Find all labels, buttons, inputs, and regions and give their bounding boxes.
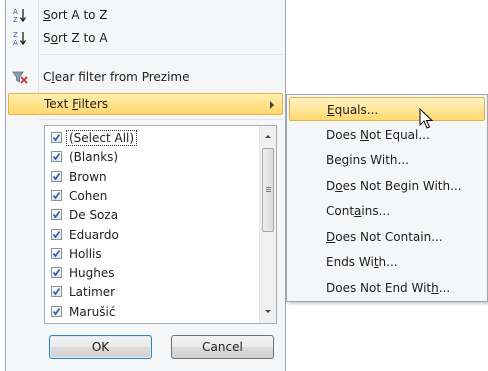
list-item[interactable]: Latimer: [51, 283, 251, 302]
text-filters-item[interactable]: Text Filters: [8, 93, 283, 115]
list-item-label: Brown: [69, 169, 107, 184]
check-icon: [52, 288, 61, 296]
scroll-down-arrow-icon[interactable]: [260, 304, 276, 320]
checkbox[interactable]: [51, 132, 62, 143]
submenu-item-label: Equals...: [327, 103, 379, 117]
check-icon: [52, 230, 61, 238]
sort-descending-icon: Z A: [12, 30, 28, 47]
checkbox[interactable]: [51, 286, 62, 298]
cancel-button[interactable]: Cancel: [171, 335, 274, 359]
sort-z-to-a-item[interactable]: Z A Sort Z to A: [8, 27, 283, 49]
list-item[interactable]: (Blanks): [51, 148, 251, 167]
checkbox[interactable]: [51, 209, 62, 221]
submenu-item-label: Does Not Equal...: [326, 127, 430, 142]
submenu-item[interactable]: Ends With...: [289, 250, 485, 274]
checkbox[interactable]: [51, 151, 62, 163]
menu-separator: [39, 54, 283, 55]
submenu-item-label: Does Not Contain...: [326, 229, 443, 244]
check-icon: [52, 307, 61, 316]
submenu-item[interactable]: Does Not Contain...: [289, 225, 485, 249]
list-item-label: (Select All): [65, 130, 138, 146]
clear-filter-icon: [12, 69, 28, 85]
list-item[interactable]: De Soza: [51, 206, 251, 225]
svg-text:A: A: [13, 39, 18, 46]
submenu-item[interactable]: Does Not Begin With...: [289, 174, 485, 198]
sort-ascending-icon: A Z: [12, 7, 28, 24]
list-item-label: Marušić: [69, 304, 116, 319]
submenu-item-label: Does Not End With...: [326, 280, 451, 295]
list-item-label: Hollis: [69, 246, 102, 261]
grip-line: [266, 187, 271, 188]
submenu-item[interactable]: Does Not End With...: [289, 276, 485, 300]
checkbox[interactable]: [51, 305, 62, 317]
grip-line: [266, 191, 271, 192]
submenu-item[interactable]: Contains...: [289, 199, 485, 223]
text-filters-submenu: Equals... Does Not Equal... Begins With...…: [286, 94, 488, 302]
submenu-item[interactable]: Begins With...: [289, 148, 485, 172]
list-item[interactable]: Hughes: [51, 264, 251, 283]
list-item-label: Hughes: [69, 266, 115, 281]
clear-filter-label: Clear filter from Prezime: [43, 70, 190, 84]
checkbox[interactable]: [51, 189, 62, 201]
submenu-item-label: Does Not Begin With...: [326, 178, 462, 193]
scroll-thumb[interactable]: [262, 148, 274, 232]
submenu-item-label: Begins With...: [326, 153, 409, 167]
menu-separator: [39, 119, 283, 120]
check-icon: [52, 191, 61, 200]
checkbox[interactable]: [51, 247, 62, 259]
check-icon: [52, 134, 61, 142]
values-checklist[interactable]: Marušić Latimer Hughes Hollis Eduardo De Soza…: [44, 125, 277, 324]
submenu-item-label: Contains...: [326, 204, 391, 218]
submenu-item[interactable]: Does Not Equal...: [289, 123, 485, 147]
grip-line: [266, 189, 271, 190]
list-item[interactable]: Hollis: [51, 245, 251, 264]
vertical-scrollbar[interactable]: [259, 126, 276, 323]
mouse-cursor-icon: [419, 108, 434, 129]
list-item[interactable]: Cohen: [51, 187, 251, 206]
check-icon: [52, 249, 61, 258]
check-icon: [52, 211, 61, 219]
list-item[interactable]: Brown: [51, 168, 251, 187]
check-icon: [52, 153, 61, 161]
scroll-up-arrow-icon[interactable]: [260, 128, 276, 144]
list-item-label: Cohen: [69, 188, 108, 203]
list-item-label: (Blanks): [69, 150, 119, 165]
sort-a-to-z-label: Sort A to Z: [43, 8, 108, 22]
clear-filter-item[interactable]: Clear filter from Prezime: [8, 66, 283, 88]
list-item-label: Latimer: [69, 285, 116, 300]
check-icon: [52, 269, 61, 277]
ok-button[interactable]: OK: [49, 335, 152, 359]
submenu-item-label: Ends With...: [326, 255, 398, 269]
sort-z-to-a-label: Sort Z to A: [43, 31, 108, 45]
sort-a-to-z-item[interactable]: A Z Sort A to Z: [8, 4, 283, 26]
submenu-arrow-icon: [270, 101, 274, 109]
list-item[interactable]: Marušić: [51, 303, 251, 322]
list-item-label: De Soza: [69, 208, 119, 223]
checkbox[interactable]: [51, 170, 62, 182]
text-filters-label: Text Filters: [44, 97, 109, 111]
check-icon: [52, 172, 61, 180]
checkbox[interactable]: [51, 228, 62, 240]
svg-text:Z: Z: [13, 16, 18, 23]
list-item[interactable]: (Select All): [51, 129, 251, 148]
svg-text:Z: Z: [13, 31, 18, 39]
submenu-item[interactable]: Equals...: [289, 97, 485, 121]
checkbox[interactable]: [51, 267, 62, 279]
svg-text:A: A: [13, 8, 18, 16]
list-item[interactable]: Eduardo: [51, 226, 251, 245]
list-item-label: Eduardo: [69, 227, 119, 242]
